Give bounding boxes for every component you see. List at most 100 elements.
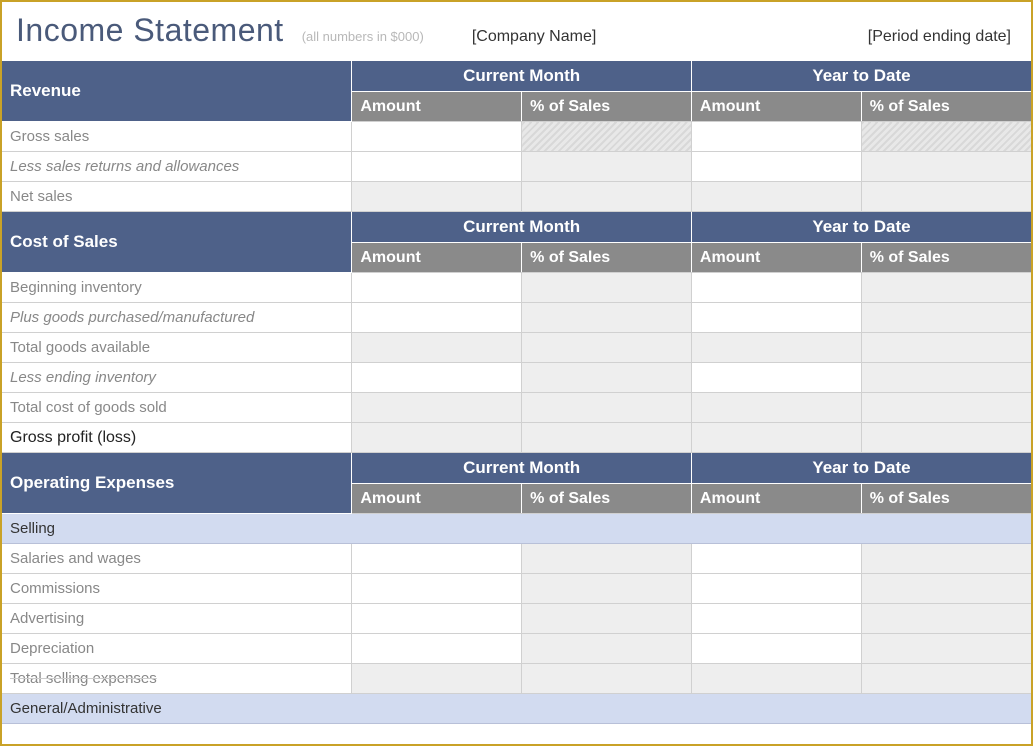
col-header-amount: Amount — [691, 484, 861, 514]
data-cell[interactable] — [691, 423, 861, 453]
col-header-pct-sales: % of Sales — [522, 243, 692, 273]
data-cell[interactable] — [861, 333, 1031, 363]
table-row: Gross profit (loss) — [2, 423, 1031, 453]
period-header-current: Current Month — [352, 61, 692, 92]
row-label: Total selling expenses — [2, 664, 352, 694]
data-cell[interactable] — [522, 393, 692, 423]
data-cell[interactable] — [861, 664, 1031, 694]
period-header-ytd: Year to Date — [691, 212, 1031, 243]
data-cell[interactable] — [352, 152, 522, 182]
data-cell[interactable] — [691, 122, 861, 152]
document-header: Income Statement (all numbers in $000) [… — [2, 2, 1031, 61]
data-cell[interactable] — [861, 182, 1031, 212]
data-cell[interactable] — [522, 423, 692, 453]
data-cell[interactable] — [352, 273, 522, 303]
period-header-ytd: Year to Date — [691, 453, 1031, 484]
data-cell[interactable] — [522, 303, 692, 333]
period-header-current: Current Month — [352, 212, 692, 243]
data-cell[interactable] — [522, 664, 692, 694]
data-cell[interactable] — [691, 273, 861, 303]
page-title: Income Statement — [16, 12, 284, 49]
table-row: Salaries and wages — [2, 544, 1031, 574]
data-cell[interactable] — [352, 303, 522, 333]
data-cell[interactable] — [522, 574, 692, 604]
section-header-row: RevenueCurrent MonthYear to Date — [2, 61, 1031, 92]
table-row: Beginning inventory — [2, 273, 1031, 303]
data-cell[interactable] — [861, 544, 1031, 574]
data-cell[interactable] — [352, 122, 522, 152]
table-row: Less ending inventory — [2, 363, 1031, 393]
data-cell[interactable] — [522, 333, 692, 363]
data-cell[interactable] — [861, 393, 1031, 423]
table-row: Commissions — [2, 574, 1031, 604]
company-name: [Company Name] — [472, 28, 597, 46]
category-label: General/Administrative — [2, 694, 1031, 724]
data-cell[interactable] — [861, 152, 1031, 182]
data-cell[interactable] — [352, 182, 522, 212]
data-cell[interactable] — [861, 604, 1031, 634]
col-header-pct-sales: % of Sales — [861, 484, 1031, 514]
col-header-amount: Amount — [691, 92, 861, 122]
data-cell[interactable] — [522, 273, 692, 303]
data-cell[interactable] — [522, 182, 692, 212]
section-header-row: Cost of SalesCurrent MonthYear to Date — [2, 212, 1031, 243]
row-label: Net sales — [2, 182, 352, 212]
data-cell[interactable] — [352, 423, 522, 453]
data-cell[interactable] — [691, 333, 861, 363]
table-row: Depreciation — [2, 634, 1031, 664]
row-label: Total goods available — [2, 333, 352, 363]
data-cell[interactable] — [522, 604, 692, 634]
data-cell[interactable] — [522, 152, 692, 182]
data-cell[interactable] — [861, 574, 1031, 604]
data-cell[interactable] — [691, 664, 861, 694]
row-label: Gross sales — [2, 122, 352, 152]
table-row: Gross sales — [2, 122, 1031, 152]
data-cell[interactable] — [861, 122, 1031, 152]
category-row: Selling — [2, 514, 1031, 544]
data-cell[interactable] — [522, 634, 692, 664]
col-header-pct-sales: % of Sales — [522, 484, 692, 514]
table-row: Plus goods purchased/manufactured — [2, 303, 1031, 333]
category-row: General/Administrative — [2, 694, 1031, 724]
data-cell[interactable] — [522, 544, 692, 574]
data-cell[interactable] — [691, 604, 861, 634]
data-cell[interactable] — [352, 363, 522, 393]
data-cell[interactable] — [861, 303, 1031, 333]
section-label: Revenue — [2, 61, 352, 122]
data-cell[interactable] — [691, 182, 861, 212]
data-cell[interactable] — [691, 152, 861, 182]
row-label: Commissions — [2, 574, 352, 604]
data-cell[interactable] — [352, 544, 522, 574]
row-label: Depreciation — [2, 634, 352, 664]
section-header-row: Operating ExpensesCurrent MonthYear to D… — [2, 453, 1031, 484]
row-label: Less ending inventory — [2, 363, 352, 393]
row-label: Beginning inventory — [2, 273, 352, 303]
data-cell[interactable] — [861, 423, 1031, 453]
col-header-amount: Amount — [352, 243, 522, 273]
period-header-ytd: Year to Date — [691, 61, 1031, 92]
data-cell[interactable] — [691, 574, 861, 604]
table-row: Net sales — [2, 182, 1031, 212]
data-cell[interactable] — [352, 664, 522, 694]
data-cell[interactable] — [861, 363, 1031, 393]
col-header-amount: Amount — [352, 484, 522, 514]
data-cell[interactable] — [861, 634, 1031, 664]
col-header-amount: Amount — [691, 243, 861, 273]
data-cell[interactable] — [352, 333, 522, 363]
data-cell[interactable] — [861, 273, 1031, 303]
data-cell[interactable] — [352, 574, 522, 604]
data-cell[interactable] — [522, 363, 692, 393]
data-cell[interactable] — [352, 634, 522, 664]
period-header-current: Current Month — [352, 453, 692, 484]
table-row: Advertising — [2, 604, 1031, 634]
data-cell[interactable] — [691, 634, 861, 664]
data-cell[interactable] — [691, 363, 861, 393]
data-cell[interactable] — [691, 544, 861, 574]
data-cell[interactable] — [352, 393, 522, 423]
data-cell[interactable] — [691, 303, 861, 333]
col-header-pct-sales: % of Sales — [861, 92, 1031, 122]
data-cell[interactable] — [352, 604, 522, 634]
data-cell[interactable] — [691, 393, 861, 423]
data-cell[interactable] — [522, 122, 692, 152]
col-header-pct-sales: % of Sales — [861, 243, 1031, 273]
